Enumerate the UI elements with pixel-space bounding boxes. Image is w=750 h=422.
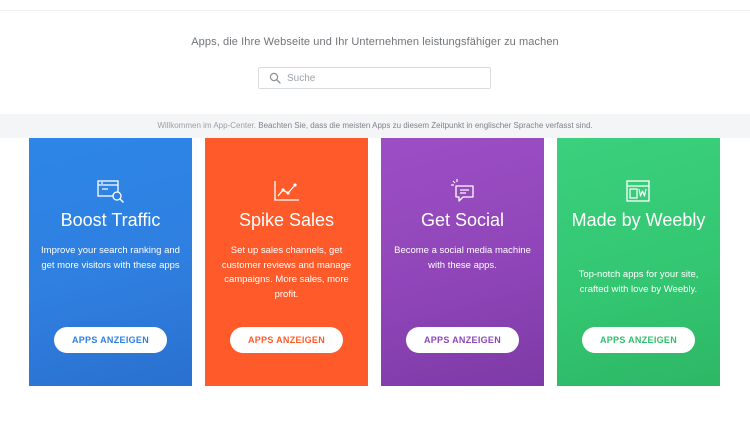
category-card-boost-traffic[interactable]: Boost Traffic Improve your search rankin… bbox=[29, 138, 192, 386]
category-card-made-by-weebly[interactable]: Made by Weebly Top-notch apps for your s… bbox=[557, 138, 720, 386]
apps-anzeigen-button-made-by-weebly[interactable]: APPS ANZEIGEN bbox=[582, 327, 695, 353]
chat-bubble-icon bbox=[451, 179, 474, 202]
line-chart-icon bbox=[274, 181, 299, 201]
card-title: Made by Weebly bbox=[571, 210, 706, 230]
card-title: Spike Sales bbox=[238, 210, 335, 230]
card-description: Top-notch apps for your site, crafted wi… bbox=[578, 269, 699, 295]
search-icon bbox=[269, 72, 281, 84]
category-card-get-social[interactable]: Get Social Become a social media machine… bbox=[381, 138, 544, 386]
search-input[interactable] bbox=[287, 69, 483, 87]
card-title: Get Social bbox=[420, 210, 505, 230]
notice-welcome: Willkommen im App-Center. bbox=[157, 121, 257, 130]
card-title: Boost Traffic bbox=[60, 210, 161, 230]
browser-search-icon bbox=[97, 180, 124, 203]
card-description: Improve your search ranking and get more… bbox=[41, 245, 180, 271]
page-subtitle: Apps, die Ihre Webseite und Ihr Unterneh… bbox=[191, 36, 559, 48]
search-box[interactable] bbox=[258, 67, 491, 89]
card-description: Set up sales channels, get customer revi… bbox=[221, 245, 352, 300]
notice-bar: Willkommen im App-Center. Beachten Sie, … bbox=[0, 114, 750, 138]
category-card-spike-sales[interactable]: Spike Sales Set up sales channels, get c… bbox=[205, 138, 368, 386]
notice-message: Beachten Sie, dass die meisten Apps zu d… bbox=[258, 121, 593, 130]
apps-anzeigen-button-spike-sales[interactable]: APPS ANZEIGEN bbox=[230, 327, 343, 353]
apps-anzeigen-button-get-social[interactable]: APPS ANZEIGEN bbox=[406, 327, 519, 353]
apps-anzeigen-button-boost-traffic[interactable]: APPS ANZEIGEN bbox=[54, 327, 167, 353]
top-divider bbox=[0, 10, 750, 11]
weebly-layout-icon bbox=[626, 180, 650, 202]
card-description: Become a social media machine with these… bbox=[394, 245, 531, 271]
